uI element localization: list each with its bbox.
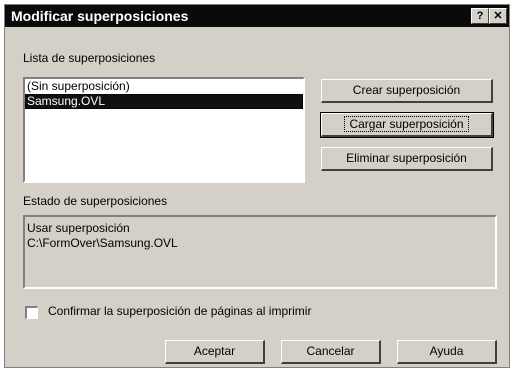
cancel-button[interactable]: Cancelar <box>281 340 381 364</box>
status-line: Usar superposición <box>27 221 130 235</box>
confirm-overlay-checkbox[interactable] <box>25 306 38 319</box>
create-overlay-button[interactable]: Crear superposición <box>321 79 493 103</box>
overlay-listbox[interactable]: (Sin superposición) Samsung.OVL <box>23 77 305 183</box>
help-button[interactable]: Ayuda <box>397 340 497 364</box>
ok-label: Aceptar <box>193 344 236 358</box>
confirm-overlay-label: Confirmar la superposición de páginas al… <box>48 304 312 318</box>
close-icon[interactable]: ✕ <box>489 8 507 24</box>
overlay-status-box: Usar superposición C:\FormOver\Samsung.O… <box>23 215 497 289</box>
create-overlay-label: Crear superposición <box>352 83 461 97</box>
delete-overlay-button[interactable]: Eliminar superposición <box>321 147 493 171</box>
delete-overlay-label: Eliminar superposición <box>346 151 467 165</box>
list-item[interactable]: Samsung.OVL <box>25 94 303 109</box>
dialog-title: Modificar superposiciones <box>11 8 189 24</box>
help-icon[interactable]: ? <box>471 8 489 24</box>
list-item[interactable]: (Sin superposición) <box>25 79 303 94</box>
status-line: C:\FormOver\Samsung.OVL <box>27 236 178 250</box>
load-overlay-button[interactable]: Cargar superposición <box>320 112 494 138</box>
ok-button[interactable]: Aceptar <box>165 340 265 364</box>
help-label: Ayuda <box>429 344 464 358</box>
load-overlay-label: Cargar superposición <box>344 116 469 132</box>
overlay-list-label: Lista de superposiciones <box>23 51 156 65</box>
cancel-label: Cancelar <box>306 344 355 358</box>
modify-overlays-dialog: Modificar superposiciones ? ✕ Lista de s… <box>4 4 510 368</box>
overlay-status-label: Estado de superposiciones <box>23 194 168 208</box>
title-bar: Modificar superposiciones ? ✕ <box>5 5 509 27</box>
